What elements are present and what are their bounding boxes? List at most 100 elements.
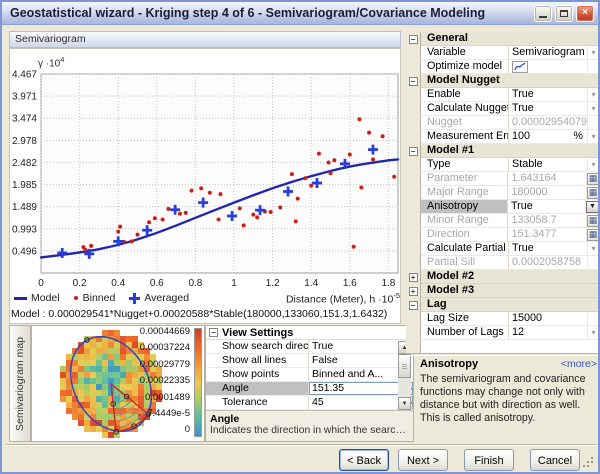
property-row: Nugget 0.00002954079 [421, 116, 598, 130]
category-row[interactable]: Model #2 [421, 270, 598, 284]
scale-value: 0 [184, 424, 190, 436]
binned-point [357, 117, 362, 122]
maximize-button[interactable] [555, 4, 573, 22]
category-row[interactable]: Model Nugget [421, 74, 598, 88]
y-tick-label: 2.978 [12, 136, 37, 147]
property-value: 0.00002954079 [512, 116, 587, 128]
dropdown-arrow-icon[interactable]: ▾ [591, 160, 595, 169]
window-titlebar[interactable]: Geostatistical wizard - Kriging step 4 o… [2, 2, 598, 25]
y-tick-label: 1.489 [12, 202, 37, 213]
view-settings-panel: −View SettingsShow search directionTrue▼… [205, 325, 414, 442]
y-tick-label: 3.474 [12, 114, 37, 125]
view-settings-header[interactable]: − View Settings [206, 326, 413, 340]
y-tick-label: 2.482 [12, 158, 37, 169]
binned-dot-icon [73, 296, 78, 300]
property-label: Major Range [421, 186, 509, 199]
property-row: Partial Sill 0.0002058758 [421, 256, 598, 270]
property-row: Type Stable ▾ [421, 158, 598, 172]
wizard-window: Geostatistical wizard - Kriging step 4 o… [0, 0, 600, 474]
category-row[interactable]: Model #1 [421, 144, 598, 158]
binned-point [289, 172, 294, 177]
property-row: Enable True ▾ [421, 88, 598, 102]
y-tick-label: 1.985 [12, 180, 37, 191]
dropdown-arrow-icon[interactable]: ▾ [591, 104, 595, 113]
x-tick-label: 0.6 [150, 278, 164, 289]
calculator-icon[interactable]: ▦ [587, 214, 598, 227]
calculator-icon[interactable]: ▦ [587, 228, 598, 241]
property-value: 180000 [511, 186, 548, 198]
property-value[interactable]: 100% [509, 130, 587, 143]
property-label: Optimize model [421, 60, 509, 73]
collapse-icon[interactable]: − [408, 300, 418, 310]
dropdown-arrow-icon[interactable]: ▾ [591, 90, 595, 99]
calculator-icon[interactable]: ▦ [587, 186, 598, 199]
dropdown-button[interactable]: ▼ [586, 200, 598, 213]
binned-point [177, 211, 182, 216]
x-tick-label: 1.8 [381, 278, 395, 289]
category-row[interactable]: General [421, 32, 598, 46]
view-settings-help: Angle Indicates the direction in which t… [206, 410, 413, 441]
binned-point [316, 151, 321, 156]
property-label: Variable [421, 46, 509, 59]
binned-point [370, 157, 375, 162]
expand-icon[interactable]: + [408, 286, 418, 296]
property-value[interactable]: True [509, 88, 587, 101]
collapse-icon[interactable]: − [209, 328, 218, 337]
averaged-plus-icon [129, 292, 141, 304]
y-tick-label: 4.467 [12, 69, 37, 80]
close-icon: × [582, 7, 588, 18]
dropdown-arrow-icon[interactable]: ▾ [591, 48, 595, 57]
property-value[interactable] [509, 60, 587, 73]
property-row: Calculate Nugget True ▾ [421, 102, 598, 116]
property-value[interactable]: True [508, 200, 585, 213]
property-grid-gutter: − − − + + − [406, 32, 420, 354]
scrollbar-thumb[interactable] [398, 354, 411, 378]
property-value[interactable]: Semivariogram [509, 46, 587, 59]
finish-button[interactable]: Finish [464, 449, 514, 471]
resize-grip[interactable] [591, 465, 593, 467]
calculator-icon[interactable]: ▦ [587, 172, 598, 185]
collapse-icon[interactable]: − [408, 76, 418, 86]
property-value[interactable]: 12 [509, 326, 587, 339]
view-settings-row: Tolerance45▲▼ [206, 396, 413, 410]
semivariogram-map-tab[interactable]: Semivariogram map [9, 325, 31, 442]
binned-point [118, 224, 123, 229]
optimize-model-button[interactable] [512, 60, 528, 73]
dropdown-arrow-icon[interactable]: ▾ [591, 132, 595, 141]
property-value[interactable]: 15000 [509, 312, 587, 325]
x-axis-label: Distance (Meter), h ·10-5 [285, 290, 400, 306]
more-link[interactable]: <more> [561, 358, 597, 370]
binned-point [251, 212, 256, 217]
property-help-panel: Anisotropy <more> The semivariogram and … [420, 358, 597, 424]
property-value[interactable]: Stable [509, 158, 587, 171]
category-row[interactable]: Model #3 [421, 284, 598, 298]
x-tick-label: 0 [38, 278, 44, 289]
binned-point [328, 171, 333, 176]
scroll-down-icon[interactable]: ▼ [398, 397, 411, 410]
next-button[interactable]: Next > [398, 449, 448, 471]
cancel-button[interactable]: Cancel [530, 449, 580, 471]
minimize-button[interactable] [534, 4, 552, 22]
scale-value: 0.00037224 [139, 342, 190, 354]
binned-point [326, 160, 331, 165]
binned-point [293, 219, 298, 224]
expand-icon[interactable]: + [408, 272, 418, 282]
category-row[interactable]: Lag [421, 298, 598, 312]
binned-point [237, 206, 242, 211]
collapse-icon[interactable]: − [408, 146, 418, 156]
window-title: Geostatistical wizard - Kriging step 4 o… [10, 6, 486, 20]
back-button[interactable]: < Back [339, 449, 389, 471]
minimize-icon [539, 16, 547, 18]
property-label: Enable [421, 88, 509, 101]
collapse-icon[interactable]: − [408, 34, 418, 44]
binned-point [166, 206, 171, 211]
semivariogram-panel-header: Semivariogram [9, 31, 401, 48]
dropdown-arrow-icon[interactable]: ▾ [591, 244, 595, 253]
help-panel-divider [406, 353, 598, 356]
property-row: Number of Lags 12 ▾ [421, 326, 598, 340]
property-value[interactable]: True [509, 102, 587, 115]
dropdown-arrow-icon[interactable]: ▾ [591, 328, 595, 337]
view-settings-row: Show pointsBinned and A...▼ [206, 368, 413, 382]
property-value[interactable]: True [509, 242, 587, 255]
close-button[interactable]: × [576, 4, 594, 22]
